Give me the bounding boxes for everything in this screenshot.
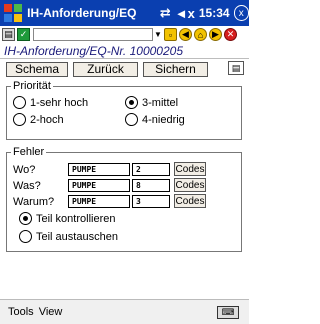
priority-option-label: 3-mittel — [142, 96, 179, 109]
what-code-field[interactable]: 8 — [132, 179, 170, 192]
cancel-icon[interactable]: ✕ — [224, 28, 237, 41]
priority-option-label: 4-niedrig — [142, 113, 185, 126]
priority-group: Priorität 1-sehr hoch 2-hoch 3-mittel 4-… — [6, 80, 242, 140]
system-tray: ⇄ ◄x 15:34 — [160, 5, 230, 21]
where-code-field[interactable]: 2 — [132, 163, 170, 176]
why-value-field[interactable]: PUMPE — [68, 195, 130, 208]
clock[interactable]: 15:34 — [199, 6, 230, 20]
menu-icon[interactable]: ▤ — [228, 61, 244, 75]
nav-buttons: Schema Zurück Sichern — [6, 61, 208, 77]
radio-circle-icon[interactable] — [13, 113, 26, 126]
save-icon[interactable]: ▫ — [164, 28, 177, 41]
keyboard-icon[interactable]: ⌨ — [217, 305, 239, 319]
action-label: Teil kontrollieren — [36, 212, 116, 225]
why-codes-button[interactable]: Codes — [174, 194, 206, 208]
radio-circle-icon[interactable] — [19, 230, 32, 243]
priority-option-1[interactable]: 1-sehr hoch — [13, 96, 88, 109]
app-title: IH-Anforderung/EQ — [27, 6, 137, 20]
priority-option-3[interactable]: 3-mittel — [125, 96, 178, 109]
action-check-part[interactable]: Teil kontrollieren — [19, 212, 115, 225]
what-value-field[interactable]: PUMPE — [68, 179, 130, 192]
error-legend: Fehler — [11, 146, 47, 158]
volume-icon[interactable]: ◄x — [175, 6, 195, 21]
where-value-field[interactable]: PUMPE — [68, 163, 130, 176]
document-icon[interactable]: ▤ — [2, 28, 15, 41]
radio-selected-icon[interactable] — [125, 96, 138, 109]
priority-option-label: 1-sehr hoch — [30, 96, 89, 109]
radio-selected-icon[interactable] — [19, 212, 32, 225]
radio-circle-icon[interactable] — [125, 113, 138, 126]
where-label: Wo? — [13, 164, 36, 176]
chevron-down-icon[interactable]: ▼ — [154, 28, 162, 41]
sync-icon[interactable]: ⇄ — [160, 5, 171, 21]
what-label: Was? — [13, 180, 41, 192]
save-button[interactable]: Sichern — [143, 61, 208, 77]
page-title: IH-Anforderung/EQ-Nr. 10000205 — [4, 44, 183, 58]
back-button[interactable]: Zurück — [73, 61, 138, 77]
action-label: Teil austauschen — [36, 230, 118, 243]
action-replace-part[interactable]: Teil austauschen — [19, 230, 118, 243]
close-button[interactable]: x — [233, 5, 249, 21]
confirm-icon[interactable]: ✓ — [17, 28, 30, 41]
forward-icon[interactable]: ▶ — [209, 28, 222, 41]
bottom-menu-bar: Tools View ⌨ — [0, 299, 249, 324]
back-icon[interactable]: ◀ — [179, 28, 192, 41]
schema-button[interactable]: Schema — [6, 61, 68, 77]
priority-option-label: 2-hoch — [30, 113, 64, 126]
toolbar-input[interactable] — [33, 28, 153, 41]
why-code-field[interactable]: 3 — [132, 195, 170, 208]
priority-legend: Priorität — [11, 80, 53, 92]
home-icon[interactable]: ⌂ — [194, 28, 207, 41]
start-menu-icon[interactable] — [2, 2, 23, 24]
priority-option-4[interactable]: 4-niedrig — [125, 113, 185, 126]
where-codes-button[interactable]: Codes — [174, 162, 206, 176]
priority-option-2[interactable]: 2-hoch — [13, 113, 64, 126]
header-divider — [0, 58, 249, 59]
error-group: Fehler Wo? PUMPE 2 Codes Was? PUMPE 8 Co… — [6, 146, 242, 252]
title-bar: IH-Anforderung/EQ ⇄ ◄x 15:34 x — [0, 0, 249, 26]
what-codes-button[interactable]: Codes — [174, 178, 206, 192]
toolbar: ▤ ✓ ▼ ▫ ◀ ⌂ ▶ ✕ — [0, 27, 249, 42]
view-menu[interactable]: View — [39, 306, 63, 318]
tools-menu[interactable]: Tools — [8, 306, 34, 318]
why-label: Warum? — [13, 196, 55, 208]
radio-circle-icon[interactable] — [13, 96, 26, 109]
